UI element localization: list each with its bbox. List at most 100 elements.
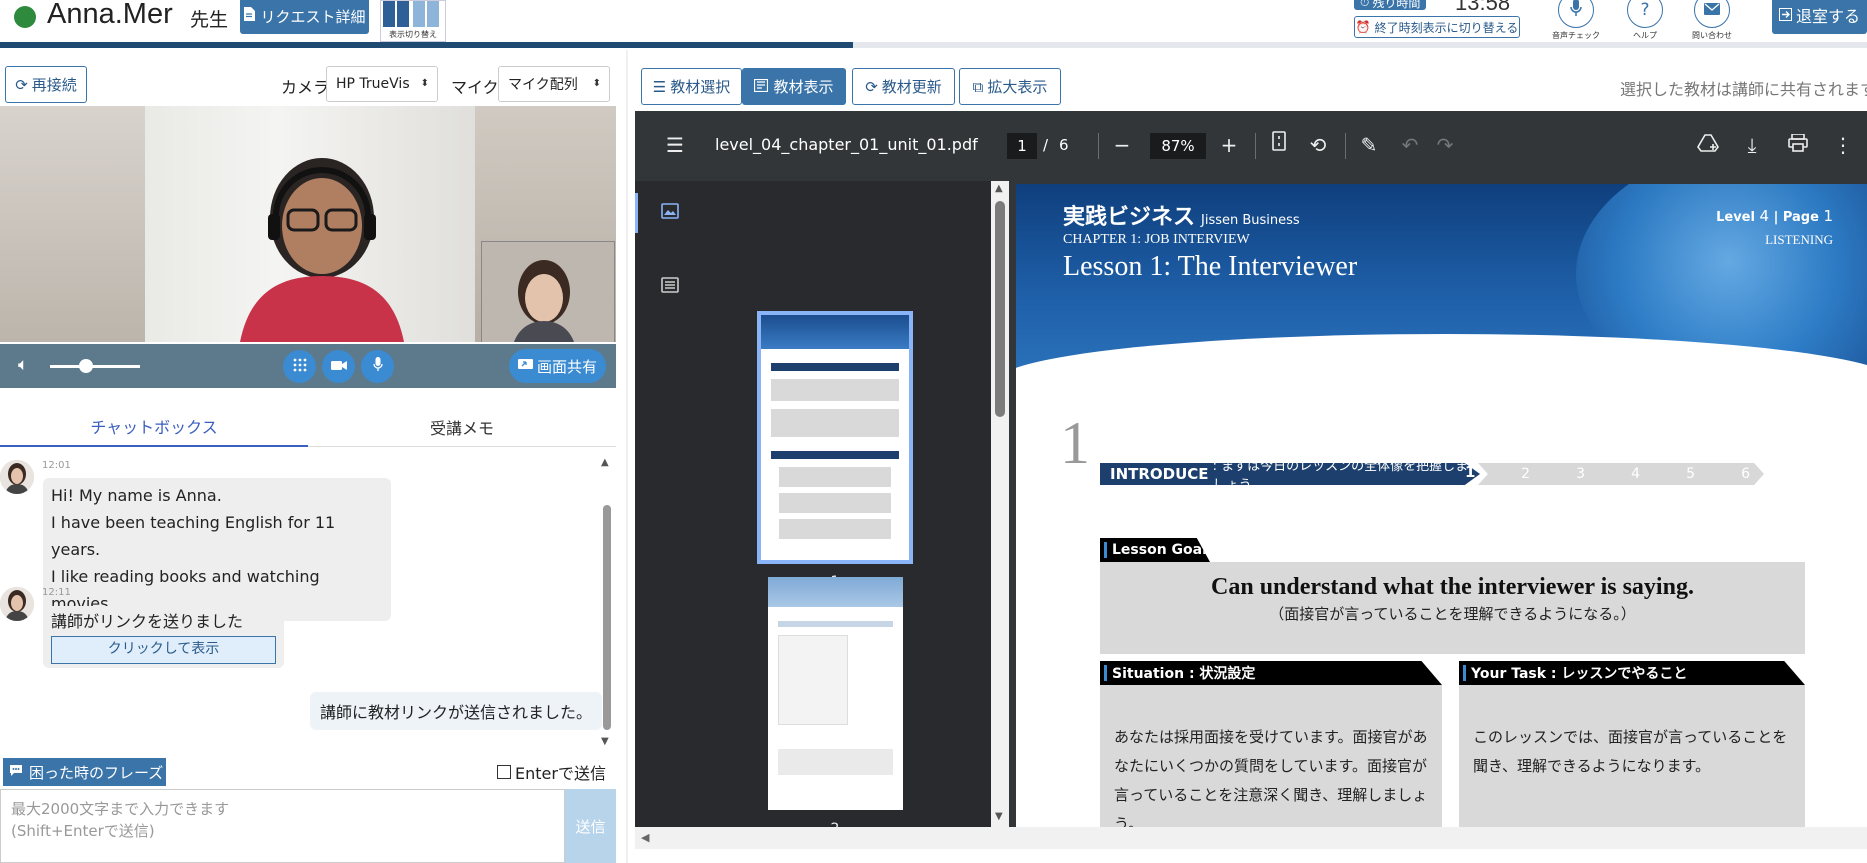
speaker-icon[interactable]: 🔈︎ <box>18 355 28 375</box>
enter-to-send-checkbox[interactable]: Enterで送信 <box>497 760 606 784</box>
undo-icon[interactable]: ↶ <box>1398 133 1422 157</box>
scroll-up-icon[interactable]: ▲ <box>995 183 1003 194</box>
material-display-label: 教材表示 <box>773 78 834 96</box>
checkbox-box[interactable] <box>497 765 511 779</box>
menu-icon[interactable]: ☰ <box>663 133 687 157</box>
chat-message-bubble: Hi! My name is Anna. I have been teachin… <box>43 478 391 621</box>
download-icon[interactable]: ⤓ <box>1740 133 1764 157</box>
material-update-button[interactable]: ⟳ 教材更新 <box>852 68 955 105</box>
chat-scrollbar[interactable]: ▲ ▼ <box>601 457 613 749</box>
help-phrases-button[interactable]: 困った時のフレーズ <box>3 758 166 786</box>
pdf-thumbnail-sidebar: 1 2 <box>635 181 991 827</box>
mic-select[interactable]: マイク配列 ⬍ <box>498 66 610 102</box>
annotate-pen-icon[interactable]: ✎ <box>1357 133 1381 157</box>
switch-end-time-button[interactable]: ⏰ 終了時刻表示に切り替える <box>1354 16 1520 38</box>
chat-message-line: I have been teaching English for 11 year… <box>51 513 336 559</box>
material-select-button[interactable]: ☰ 教材選択 <box>641 68 742 105</box>
lesson-goal-heading: Lesson Goal <box>1100 538 1210 562</box>
zoom-input[interactable]: 87% <box>1150 133 1206 159</box>
dialpad-button[interactable] <box>283 350 316 383</box>
panel-divider[interactable] <box>626 50 628 863</box>
material-display-button[interactable]: 教材表示 <box>742 68 846 105</box>
switch-end-time-label: 終了時刻表示に切り替える <box>1374 20 1519 35</box>
external-link-icon: ⧉ <box>972 77 984 96</box>
volume-slider-handle[interactable] <box>79 359 93 373</box>
thumbnails-icon[interactable] <box>661 203 679 223</box>
page-thumbnail-1[interactable] <box>757 311 913 564</box>
volume-slider-track[interactable] <box>50 365 140 368</box>
contact-label: 問い合わせ <box>1692 31 1732 40</box>
audio-check-label: 音声チェック <box>1552 31 1600 40</box>
online-status-dot <box>14 6 36 28</box>
top-header: Anna.Mer 先生 リクエスト詳細 表示切り替え ⏱ 残り時間 13:58 … <box>0 0 1867 44</box>
page-thumbnail-2[interactable] <box>768 577 903 810</box>
scroll-left-icon[interactable]: ◀ <box>641 831 649 844</box>
chat-scrollbar-thumb[interactable] <box>603 505 611 730</box>
outline-icon[interactable] <box>661 277 679 297</box>
redo-icon[interactable]: ↷ <box>1433 133 1457 157</box>
help-button[interactable]: ? <box>1627 0 1663 28</box>
camera-label: カメラ <box>281 78 330 97</box>
contact-button[interactable] <box>1694 0 1730 28</box>
material-share-note: 選択した教材は講師に共有されます <box>1620 80 1867 99</box>
chat-message-text: 講師がリンクを送りました <box>51 612 244 631</box>
fit-page-icon[interactable] <box>1267 131 1291 156</box>
request-detail-button[interactable]: リクエスト詳細 <box>240 0 369 34</box>
step-number: 1 <box>1465 463 1476 481</box>
mic-toggle-button[interactable] <box>361 350 394 383</box>
grid-icon <box>293 358 307 376</box>
pdf-scrollbar-thumb[interactable] <box>995 201 1005 417</box>
thumbnail-step-bar <box>771 451 899 459</box>
refresh-icon: ⟳ <box>865 77 878 96</box>
page-label: Page <box>1782 210 1819 225</box>
exit-room-button[interactable]: 退室する <box>1772 0 1867 34</box>
scroll-down-icon[interactable]: ▼ <box>601 736 609 747</box>
chat-input-placeholder: (Shift+Enterで送信) <box>11 822 155 840</box>
layout-toggle-button[interactable]: 表示切り替え <box>380 0 446 42</box>
scroll-down-icon[interactable]: ▼ <box>995 811 1003 822</box>
layout-icon-bar <box>413 1 425 27</box>
page-separator: / <box>1043 136 1049 154</box>
camera-select[interactable]: HP TrueVis ⬍ <box>326 66 438 102</box>
zoom-in-icon[interactable]: + <box>1217 133 1241 157</box>
tab-chatbox[interactable]: チャットボックス <box>0 407 308 447</box>
send-button[interactable]: 送信 <box>565 789 616 863</box>
pdf-horizontal-scrollbar[interactable]: ◀ <box>635 827 1867 849</box>
chat-message-line: Hi! My name is Anna. <box>51 486 222 505</box>
chat-message-bubble: 講師がリンクを送りました クリックして表示 <box>43 606 284 668</box>
document-icon <box>243 7 256 25</box>
zoom-out-icon[interactable]: − <box>1110 133 1134 157</box>
remaining-time-label: 残り時間 <box>1372 0 1421 10</box>
save-to-drive-icon[interactable] <box>1696 133 1720 157</box>
camera-toggle-button[interactable] <box>322 350 355 383</box>
thumbnail-block <box>779 519 891 539</box>
chat-area: 12:01 Hi! My name is Anna. I have been t… <box>0 450 616 752</box>
pdf-thumbnail-scrollbar[interactable]: ▲ ▼ <box>991 181 1009 827</box>
message-time: 12:11 <box>42 587 71 598</box>
expand-view-label: 拡大表示 <box>987 78 1048 96</box>
pdf-filename: level_04_chapter_01_unit_01.pdf <box>715 135 978 154</box>
pdf-page-content: 実践ビジネス Jissen Business Level 4 | Page 1 C… <box>1016 184 1867 827</box>
page-number-input[interactable]: 1 <box>1007 133 1037 159</box>
student-video-pip <box>481 241 615 342</box>
print-icon[interactable] <box>1786 133 1810 157</box>
expand-view-button[interactable]: ⧉ 拡大表示 <box>959 68 1061 105</box>
step-number: 4 <box>1588 463 1654 485</box>
thumbnail-banner <box>761 315 909 349</box>
view-link-button[interactable]: クリックして表示 <box>51 636 276 664</box>
layout-icon-bar <box>397 1 409 27</box>
section-number: 1 <box>1060 410 1090 476</box>
audio-check-button[interactable] <box>1558 0 1594 28</box>
scroll-up-icon[interactable]: ▲ <box>601 457 609 468</box>
lesson-progress-fill <box>0 42 854 48</box>
rotate-icon[interactable]: ⟲ <box>1306 133 1330 157</box>
layout-toggle-label: 表示切り替え <box>389 30 437 39</box>
level-label: Level <box>1716 210 1755 225</box>
help-label: ヘルプ <box>1633 31 1657 40</box>
updown-caret-icon: ⬍ <box>420 78 429 89</box>
more-options-icon[interactable]: ⋮ <box>1831 133 1855 157</box>
tab-lesson-memo[interactable]: 受講メモ <box>308 407 616 447</box>
reconnect-button[interactable]: ⟳ 再接続 <box>5 66 87 103</box>
chat-input[interactable]: 最大2000文字まで入力できます (Shift+Enterで送信) <box>0 789 565 863</box>
screen-share-button[interactable]: 画面共有 <box>509 349 606 383</box>
